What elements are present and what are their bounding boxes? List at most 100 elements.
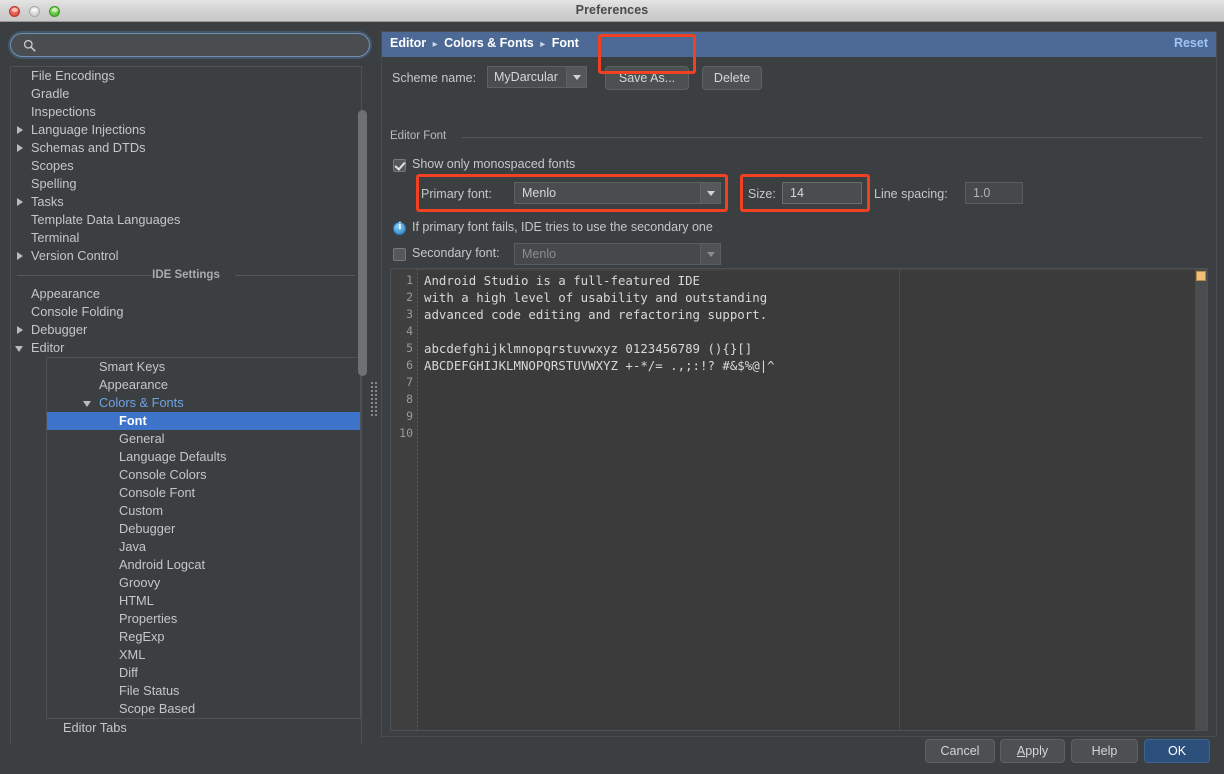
tree-twisty-placeholder (99, 448, 119, 466)
scheme-name-dropdown[interactable]: MyDarcular (487, 66, 587, 88)
search-input[interactable] (41, 36, 361, 55)
sidebar-item-console-colors[interactable]: Console Colors (47, 466, 360, 484)
secondary-font-checkbox[interactable] (393, 248, 406, 261)
chevron-down-icon (573, 75, 581, 80)
sidebar-item-scopes[interactable]: Scopes (11, 157, 361, 175)
search-box[interactable] (10, 33, 370, 57)
apply-button[interactable]: Apply (1000, 739, 1065, 763)
sidebar-item-terminal[interactable]: Terminal (11, 229, 361, 247)
sidebar-item-regexp[interactable]: RegExp (47, 628, 360, 646)
dialog-footer: Cancel Apply Help OK (0, 727, 1224, 774)
help-button[interactable]: Help (1071, 739, 1138, 763)
splitter-dot (375, 382, 377, 384)
sidebar-item-language-defaults[interactable]: Language Defaults (47, 448, 360, 466)
pane-splitter-handle[interactable] (371, 382, 379, 418)
gutter-separator (417, 269, 418, 730)
sidebar-item-debugger[interactable]: Debugger (11, 321, 361, 339)
sidebar-item-label: Template Data Languages (31, 211, 180, 229)
sidebar-item-label: Android Logcat (119, 556, 205, 574)
tree-twisty[interactable] (11, 247, 31, 265)
sidebar-item-html[interactable]: HTML (47, 592, 360, 610)
tree-twisty[interactable] (11, 139, 31, 157)
show-monospaced-checkbox-row[interactable]: Show only monospaced fonts (393, 159, 593, 174)
sidebar-item-diff[interactable]: Diff (47, 664, 360, 682)
ok-button[interactable]: OK (1144, 739, 1210, 763)
tree-twisty-placeholder (79, 376, 99, 394)
reset-link[interactable]: Reset (1174, 36, 1208, 50)
scheme-dropdown-button[interactable] (566, 67, 586, 87)
breadcrumb-part-3[interactable]: Font (552, 36, 579, 50)
tree-twisty[interactable] (11, 339, 31, 357)
sidebar-item-spelling[interactable]: Spelling (11, 175, 361, 193)
sidebar-scrollbar-thumb[interactable] (358, 110, 367, 376)
delete-scheme-button[interactable]: Delete (702, 66, 762, 90)
sidebar-item-groovy[interactable]: Groovy (47, 574, 360, 592)
sidebar-item-debugger[interactable]: Debugger (47, 520, 360, 538)
sidebar-item-properties[interactable]: Properties (47, 610, 360, 628)
tree-twisty[interactable] (11, 121, 31, 139)
sidebar-item-template-data-languages[interactable]: Template Data Languages (11, 211, 361, 229)
sidebar-item-colors-fonts[interactable]: Colors & Fonts (47, 394, 360, 412)
tree-twisty-placeholder (11, 303, 31, 321)
preview-line-number: 9 (406, 408, 413, 425)
secondary-font-dropdown-button[interactable] (700, 244, 720, 264)
tree-twisty[interactable] (11, 321, 31, 339)
cancel-button[interactable]: Cancel (925, 739, 995, 763)
splitter-dot (371, 402, 373, 404)
tree-twisty-placeholder (99, 430, 119, 448)
sidebar-item-language-injections[interactable]: Language Injections (11, 121, 361, 139)
preferences-window: Preferences File EncodingsGradleInspecti… (0, 0, 1224, 774)
settings-tree[interactable]: File EncodingsGradleInspectionsLanguage … (10, 66, 362, 744)
save-as-button[interactable]: Save As... (605, 66, 689, 90)
sidebar-item-gradle[interactable]: Gradle (11, 85, 361, 103)
font-preview-editor[interactable]: 12345678910 Android Studio is a full-fea… (390, 268, 1208, 731)
tree-group-project-settings: File EncodingsGradleInspectionsLanguage … (11, 67, 361, 265)
sidebar-item-xml[interactable]: XML (47, 646, 360, 664)
sidebar-item-console-folding[interactable]: Console Folding (11, 303, 361, 321)
sidebar-item-appearance[interactable]: Appearance (47, 376, 360, 394)
preview-code-line: with a high level of usability and outst… (424, 289, 767, 306)
sidebar-item-appearance[interactable]: Appearance (11, 285, 361, 303)
sidebar-item-schemas-and-dtds[interactable]: Schemas and DTDs (11, 139, 361, 157)
font-size-input[interactable]: 14 (782, 182, 862, 204)
breadcrumb-part-1[interactable]: Editor (390, 36, 426, 50)
sidebar-item-file-status[interactable]: File Status (47, 682, 360, 700)
line-spacing-input[interactable]: 1.0 (965, 182, 1023, 204)
sidebar-item-font[interactable]: Font (47, 412, 360, 430)
sidebar-item-java[interactable]: Java (47, 538, 360, 556)
font-size-value: 14 (790, 186, 804, 200)
sidebar-item-custom[interactable]: Custom (47, 502, 360, 520)
editor-font-group-label: Editor Font (390, 130, 446, 142)
tree-twisty[interactable] (11, 193, 31, 211)
sidebar-item-label: General (119, 430, 165, 448)
sidebar-item-tasks[interactable]: Tasks (11, 193, 361, 211)
splitter-dot (371, 398, 373, 400)
sidebar-item-android-logcat[interactable]: Android Logcat (47, 556, 360, 574)
primary-font-dropdown-button[interactable] (700, 183, 720, 203)
primary-font-dropdown[interactable]: Menlo (514, 182, 721, 204)
secondary-font-dropdown[interactable]: Menlo (514, 243, 721, 265)
sidebar-item-scope-based[interactable]: Scope Based (47, 700, 360, 718)
sidebar-item-inspections[interactable]: Inspections (11, 103, 361, 121)
sidebar-item-file-encodings[interactable]: File Encodings (11, 67, 361, 85)
sidebar-item-general[interactable]: General (47, 430, 360, 448)
preview-line-number: 7 (406, 374, 413, 391)
sidebar-item-label: Appearance (99, 376, 168, 394)
sidebar-item-editor[interactable]: Editor (11, 339, 361, 357)
tree-twisty-placeholder (99, 682, 119, 700)
tree-twisty-placeholder (99, 574, 119, 592)
sidebar-item-label: Gradle (31, 85, 69, 103)
breadcrumb-part-2[interactable]: Colors & Fonts (444, 36, 534, 50)
splitter-dot (375, 414, 377, 416)
sidebar-item-version-control[interactable]: Version Control (11, 247, 361, 265)
tree-twisty[interactable] (79, 394, 99, 412)
preview-marker-gutter[interactable] (1195, 269, 1207, 730)
tree-section-label: IDE Settings (152, 269, 220, 281)
sidebar-item-label: File Status (119, 682, 179, 700)
secondary-font-hint-text: If primary font fails, IDE tries to use … (412, 220, 713, 234)
show-monospaced-checkbox[interactable] (393, 159, 406, 172)
sidebar-item-smart-keys[interactable]: Smart Keys (47, 358, 360, 376)
sidebar-item-console-font[interactable]: Console Font (47, 484, 360, 502)
preview-marker-square[interactable] (1196, 271, 1206, 281)
breadcrumb: Editor ▸ Colors & Fonts ▸ Font (390, 36, 579, 50)
